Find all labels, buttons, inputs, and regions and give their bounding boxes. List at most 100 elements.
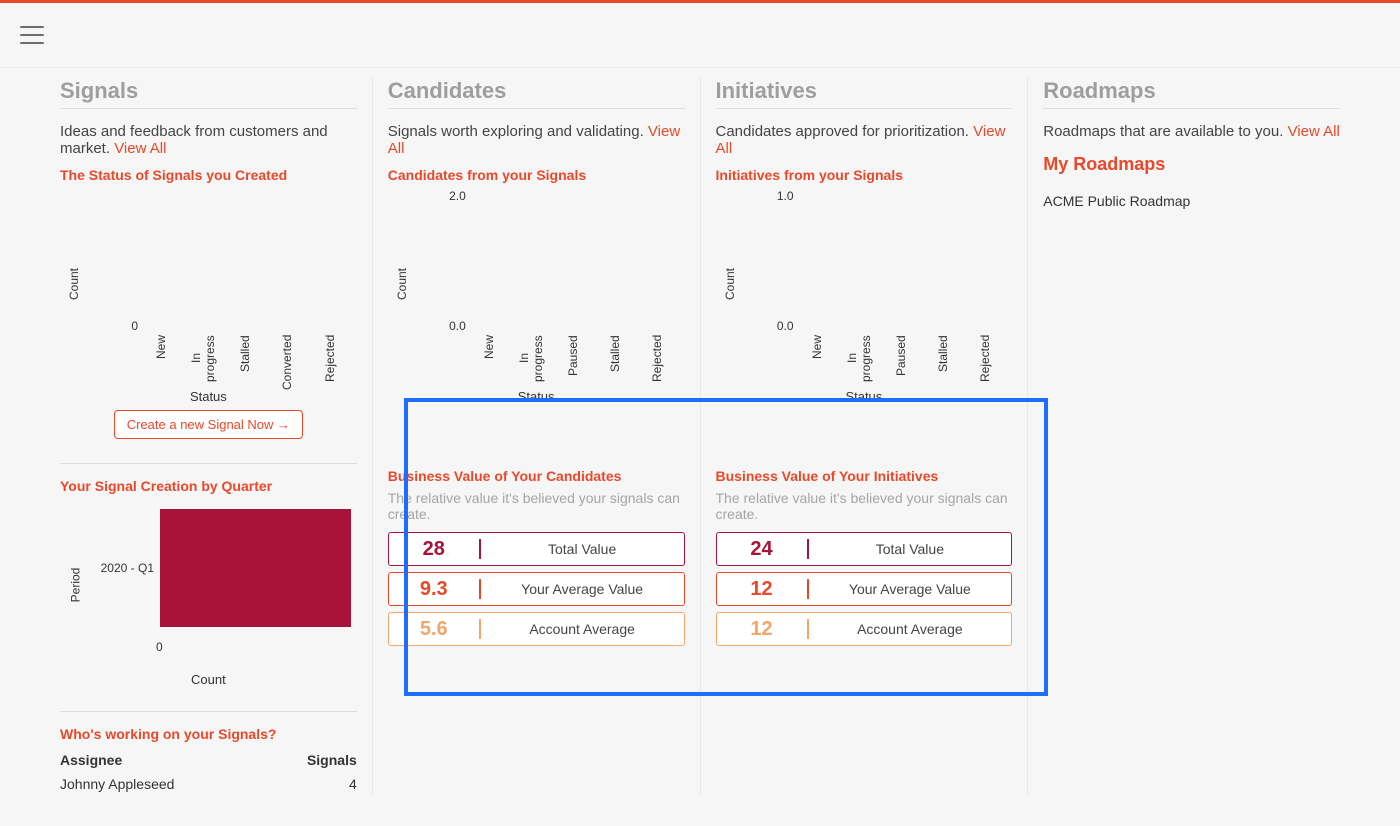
divider xyxy=(60,463,357,464)
chart-signals-status: Count 0 New In progress Stalled xyxy=(60,189,357,379)
y-axis-label: Count xyxy=(395,268,409,300)
column-signals: Signals Ideas and feedback from customer… xyxy=(45,78,373,796)
hbar-row: 2020 - Q1 xyxy=(96,500,351,636)
divider xyxy=(60,108,357,109)
x-tick: Paused xyxy=(880,335,922,379)
stat-total-value: 28 Total Value xyxy=(388,532,685,566)
stat-value: 9.3 xyxy=(389,578,479,601)
x-tick: Rejected xyxy=(636,335,678,379)
stat-label: Total Value xyxy=(809,541,1012,557)
bars xyxy=(468,189,679,333)
column-initiatives: Initiatives Candidates approved for prio… xyxy=(701,78,1029,796)
roadmap-item[interactable]: ACME Public Roadmap xyxy=(1043,189,1340,213)
stat-your-average: 9.3 Your Average Value xyxy=(388,572,685,606)
x-ticks: New In progress Stalled Converted Reject… xyxy=(140,335,351,379)
x-tick: Paused xyxy=(552,335,594,379)
divider xyxy=(60,711,357,712)
column-roadmaps: Roadmaps Roadmaps that are available to … xyxy=(1028,78,1355,796)
column-subtitle: Candidates approved for prioritization. … xyxy=(716,123,1013,157)
x-tick: Converted xyxy=(266,335,308,379)
y-axis-label: Period xyxy=(68,568,82,603)
subtitle-text: Ideas and feedback from customers and ma… xyxy=(60,123,328,157)
my-roadmaps-heading[interactable]: My Roadmaps xyxy=(1043,154,1340,175)
column-subtitle: Roadmaps that are available to you. View… xyxy=(1043,123,1340,140)
column-title: Candidates xyxy=(388,78,685,104)
subtitle-text: Roadmaps that are available to you. xyxy=(1043,123,1287,140)
section-title: Business Value of Your Initiatives xyxy=(716,468,1013,484)
x-axis-label: Status xyxy=(388,389,685,404)
stat-label: Your Average Value xyxy=(481,581,684,597)
x-tick: In progress xyxy=(838,335,880,379)
x-tick: In progress xyxy=(182,335,224,379)
x-axis-label: Count xyxy=(60,672,357,687)
stat-label: Account Average xyxy=(481,621,684,637)
stat-value: 12 xyxy=(717,578,807,601)
x-tick: Stalled xyxy=(594,335,636,379)
stat-label: Your Average Value xyxy=(809,581,1012,597)
y-tick: 0.0 xyxy=(449,319,466,333)
y-axis-label: Count xyxy=(67,268,81,300)
y-ticks: 0 xyxy=(104,189,138,333)
stat-label: Total Value xyxy=(481,541,684,557)
chart-title: Candidates from your Signals xyxy=(388,167,685,183)
bars xyxy=(796,189,1007,333)
x-tick: Stalled xyxy=(224,335,266,379)
divider xyxy=(388,108,685,109)
assignee-table: Assignee Signals Johnny Appleseed 4 xyxy=(60,748,357,796)
x-tick: New xyxy=(796,335,838,379)
divider xyxy=(1043,108,1340,109)
x-tick: Rejected xyxy=(964,335,1006,379)
y-axis-label: Count xyxy=(723,268,737,300)
hbar-label: 2020 - Q1 xyxy=(96,561,160,575)
stat-label: Account Average xyxy=(809,621,1012,637)
y-ticks: 2.0 0.0 xyxy=(432,189,466,333)
column-candidates: Candidates Signals worth exploring and v… xyxy=(373,78,701,796)
stat-total-value: 24 Total Value xyxy=(716,532,1013,566)
col-header-assignee: Assignee xyxy=(60,748,267,772)
stat-value: 24 xyxy=(717,538,807,561)
y-tick: 1.0 xyxy=(777,189,794,203)
x-tick: Stalled xyxy=(922,335,964,379)
chart-initiatives-status: Count 1.0 0.0 New In progress Paused xyxy=(716,189,1013,379)
y-tick: 0 xyxy=(131,319,138,333)
x-tick: Rejected xyxy=(309,335,351,379)
chart-candidates-status: Count 2.0 0.0 New In progress Paused xyxy=(388,189,685,379)
column-title: Signals xyxy=(60,78,357,104)
x-ticks: 0 xyxy=(160,640,351,654)
chart-title: Initiatives from your Signals xyxy=(716,167,1013,183)
chart-signals-by-quarter: Period 2020 - Q1 0 xyxy=(60,500,357,670)
stat-value: 12 xyxy=(717,618,807,641)
assignee-name: Johnny Appleseed xyxy=(60,772,267,796)
column-subtitle: Signals worth exploring and validating. … xyxy=(388,123,685,157)
hbar-fill xyxy=(160,509,351,627)
column-title: Initiatives xyxy=(716,78,1013,104)
chart-title: Your Signal Creation by Quarter xyxy=(60,478,357,494)
y-ticks: 1.0 0.0 xyxy=(760,189,794,333)
section-title: Business Value of Your Candidates xyxy=(388,468,685,484)
section-caption: The relative value it's believed your si… xyxy=(716,490,1013,522)
subtitle-text: Signals worth exploring and validating. xyxy=(388,123,648,140)
x-tick: 0 xyxy=(156,640,163,654)
x-axis-label: Status xyxy=(716,389,1013,404)
x-tick: New xyxy=(140,335,182,379)
view-all-link[interactable]: View All xyxy=(114,140,166,157)
stat-value: 5.6 xyxy=(389,618,479,641)
stat-your-average: 12 Your Average Value xyxy=(716,572,1013,606)
create-signal-button[interactable]: Create a new Signal Now → xyxy=(114,410,303,439)
x-ticks: New In progress Paused Stalled Rejected xyxy=(468,335,679,379)
view-all-link[interactable]: View All xyxy=(1288,123,1340,140)
x-tick: New xyxy=(468,335,510,379)
x-ticks: New In progress Paused Stalled Rejected xyxy=(796,335,1007,379)
stat-value: 28 xyxy=(389,538,479,561)
chart-title: The Status of Signals you Created xyxy=(60,167,357,183)
y-tick: 0.0 xyxy=(777,319,794,333)
divider xyxy=(716,108,1013,109)
stat-account-average: 5.6 Account Average xyxy=(388,612,685,646)
section-caption: The relative value it's believed your si… xyxy=(388,490,685,522)
table-row: Johnny Appleseed 4 xyxy=(60,772,357,796)
y-tick: 2.0 xyxy=(449,189,466,203)
menu-hamburger-icon[interactable] xyxy=(20,26,44,44)
dashboard-board: Signals Ideas and feedback from customer… xyxy=(0,68,1400,826)
column-title: Roadmaps xyxy=(1043,78,1340,104)
bars xyxy=(140,189,351,333)
